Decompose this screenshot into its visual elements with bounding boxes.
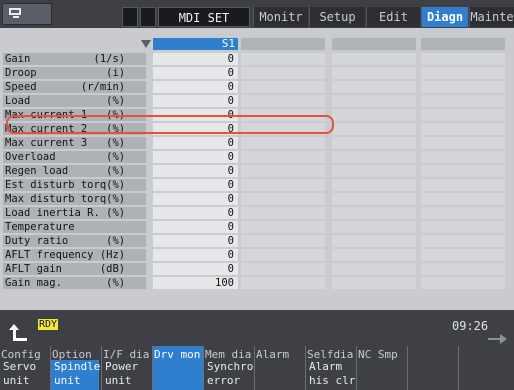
table-row: AFLT gain (dB) 0	[0, 263, 514, 275]
nc-screen: MDI SET Monitr Setup Edit Diagn Mainte S…	[0, 0, 514, 390]
table-row: Est disturb torq(%) 0	[0, 179, 514, 191]
row-label: AFLT frequency (Hz)	[3, 249, 146, 261]
tab-diagn[interactable]: Diagn	[421, 7, 468, 27]
table-row: Gain mag. (%) 100	[0, 277, 514, 289]
table-row: Max disturb torq(%) 0	[0, 193, 514, 205]
function-key-bar: Config Servo unit Option Spindle unit I/F …	[0, 346, 514, 390]
row-label: Temperature	[3, 221, 146, 233]
table-row: Droop (i) 0	[0, 67, 514, 79]
row-value: 0	[153, 165, 238, 177]
table-row: Load (%) 0	[0, 95, 514, 107]
table-row: Load inertia R. (%) 0	[0, 207, 514, 219]
row-label: Gain mag. (%)	[3, 277, 146, 289]
monitor-icon	[9, 8, 23, 18]
fkey-sublabel: Spindle unit	[51, 360, 100, 390]
fkey-drv-mon[interactable]: Drv mon	[153, 346, 204, 390]
row-value: 0	[153, 95, 238, 107]
row-value: 0	[153, 221, 238, 233]
row-label: Max current 3 (%)	[3, 137, 146, 149]
row-label: Droop (i)	[3, 67, 146, 79]
row-label: Speed (r/min)	[3, 81, 146, 93]
fkey-config[interactable]: Config Servo unit	[0, 346, 51, 390]
row-label: AFLT gain (dB)	[3, 263, 146, 275]
fkey-mem-diag[interactable]: Mem dia Synchro error	[204, 346, 255, 390]
row-value: 0	[153, 235, 238, 247]
status-bar: RDY 09:26	[0, 310, 514, 346]
screen-menu-button[interactable]	[2, 3, 52, 25]
table-row: Temperature 0	[0, 221, 514, 233]
table-row: Overload (%) 0	[0, 151, 514, 163]
fkey-sublabel: Alarm his clr	[309, 360, 356, 387]
table-row: Regen load (%) 0	[0, 165, 514, 177]
axis-header-empty	[332, 38, 416, 50]
row-label: Load (%)	[3, 95, 146, 107]
fkey-nc-smp[interactable]: NC Smp	[357, 346, 408, 390]
fkey-sublabel: Power unit	[105, 360, 139, 387]
tab-monitor[interactable]: Monitr	[253, 7, 308, 27]
row-label: Gain (1/s)	[3, 53, 146, 65]
row-label: Load inertia R. (%)	[3, 207, 146, 219]
axis-header-empty	[421, 38, 505, 50]
fkey-sublabel: Synchro error	[207, 360, 254, 387]
fkey-empty[interactable]	[408, 346, 459, 390]
table-row: Max current 3 (%) 0	[0, 137, 514, 149]
table-row: Duty ratio (%) 0	[0, 235, 514, 247]
fkey-label: Drv mon	[154, 348, 201, 361]
fkey-sublabel: Servo unit	[3, 360, 37, 387]
fkey-label: NC Smp	[358, 348, 398, 361]
row-value: 0	[153, 151, 238, 163]
tab-setup[interactable]: Setup	[309, 7, 365, 27]
fkey-if-diag[interactable]: I/F dia Power unit	[102, 346, 153, 390]
table-row: AFLT frequency (Hz) 0	[0, 249, 514, 261]
status-slot	[122, 7, 138, 27]
table-header: S1	[0, 38, 514, 50]
clock-time: 09:26	[452, 319, 489, 333]
row-value: 0	[153, 81, 238, 93]
fkey-selfdiag[interactable]: Selfdia Alarm his clr	[306, 346, 357, 390]
fkey-empty[interactable]	[459, 346, 514, 390]
row-value: 0	[153, 263, 238, 275]
ready-indicator: RDY	[38, 319, 59, 330]
axis-header-empty	[241, 38, 325, 50]
row-value: 0	[153, 137, 238, 149]
tab-mainte[interactable]: Mainte	[469, 7, 514, 27]
row-value: 0	[153, 179, 238, 191]
table-row: Speed (r/min) 0	[0, 81, 514, 93]
operation-mode: MDI SET	[158, 7, 250, 27]
next-menu-arrow-icon[interactable]	[488, 334, 508, 344]
row-label: Duty ratio (%)	[3, 235, 146, 247]
status-slot	[140, 7, 156, 27]
sort-arrow-icon[interactable]	[141, 40, 151, 48]
tab-edit[interactable]: Edit	[366, 7, 420, 27]
axis-header-s1[interactable]: S1	[153, 38, 238, 50]
row-value: 0	[153, 207, 238, 219]
row-label: Overload (%)	[3, 151, 146, 163]
row-value: 0	[153, 193, 238, 205]
row-value: 0	[153, 249, 238, 261]
row-label: Max disturb torq(%)	[3, 193, 146, 205]
top-bar: MDI SET Monitr Setup Edit Diagn Mainte	[0, 0, 514, 28]
fkey-option[interactable]: Option Spindle unit	[51, 346, 102, 390]
table-row: Gain (1/s) 0	[0, 53, 514, 65]
row-value: 0	[153, 67, 238, 79]
fkey-alarm[interactable]: Alarm	[255, 346, 306, 390]
fkey-label: Alarm	[256, 348, 290, 361]
drive-monitor-table: S1 Gain (1/s) 0 Droop (i) 0 Speed (r/min) 0…	[0, 28, 514, 310]
row-label: Est disturb torq(%)	[3, 179, 146, 191]
return-up-icon[interactable]	[9, 324, 31, 344]
row-label: Regen load (%)	[3, 165, 146, 177]
row-value: 0	[153, 53, 238, 65]
row-value: 100	[153, 277, 238, 289]
speed-row-highlight	[6, 115, 334, 134]
